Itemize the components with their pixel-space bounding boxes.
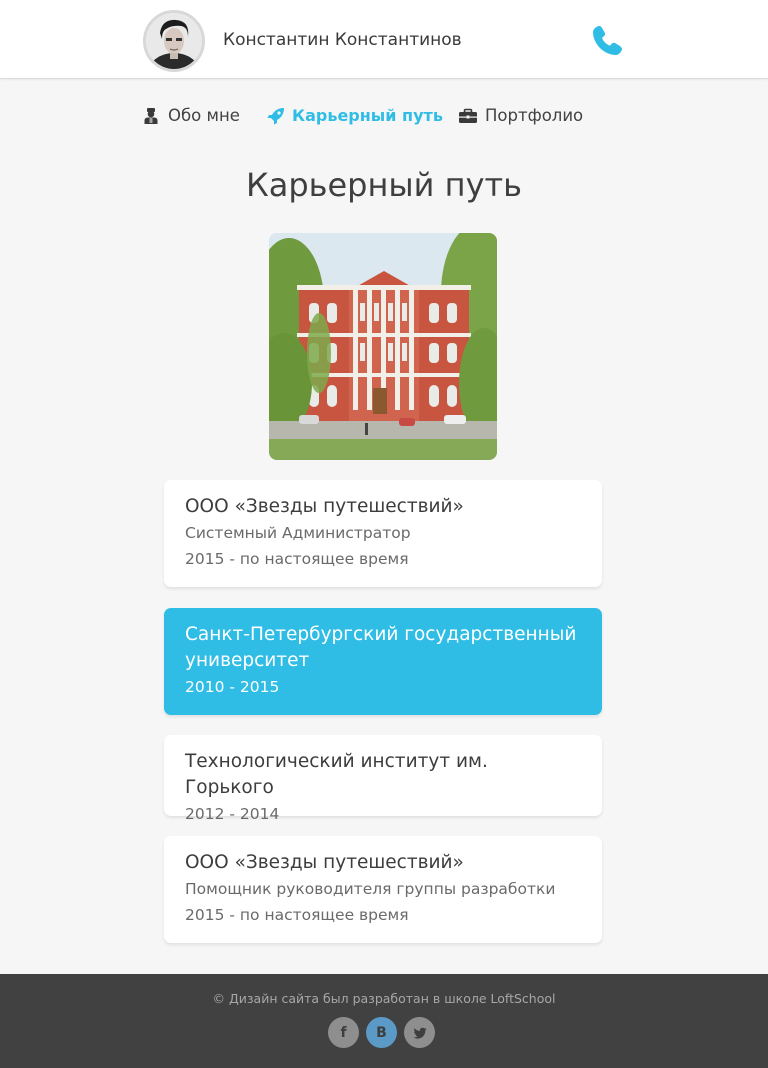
career-org: Технологический институт им. Горького — [185, 751, 488, 798]
career-dates: 2010 - 2015 — [185, 678, 280, 696]
twitter-icon — [413, 1027, 426, 1039]
career-role: Системный Администратор — [185, 524, 411, 542]
phone-icon — [593, 26, 622, 55]
career-dates: 2012 - 2014 — [185, 805, 280, 823]
facebook-button[interactable]: f — [328, 1017, 359, 1048]
career-dates: 2015 - по настоящее время — [185, 550, 409, 568]
career-org: ООО «Звезды путешествий» — [185, 496, 464, 517]
vk-button[interactable]: B — [366, 1017, 397, 1048]
vk-icon: B — [376, 1024, 387, 1041]
university-photo — [269, 233, 497, 460]
nav-item-portfolio[interactable]: Портфолио — [458, 106, 583, 125]
avatar-image — [146, 13, 202, 69]
career-card[interactable]: ООО «Звезды путешествий» Помощник руково… — [164, 836, 602, 943]
nav-item-label: Портфолио — [485, 106, 584, 125]
page-title: Карьерный путь — [245, 166, 522, 204]
career-role: Помощник руководителя группы разработки — [185, 880, 556, 898]
briefcase-icon — [458, 107, 478, 125]
career-org: ООО «Звезды путешествий» — [185, 852, 464, 873]
avatar[interactable] — [143, 10, 205, 72]
phone-button[interactable] — [590, 22, 626, 58]
twitter-button[interactable]: t — [404, 1017, 435, 1048]
copyright-text: © Дизайн сайта был разработан в школе Lo… — [212, 991, 556, 1006]
user-name: Константин Константинов — [223, 30, 462, 50]
site-footer: © Дизайн сайта был разработан в школе Lo… — [0, 974, 768, 1068]
career-card[interactable]: Технологический институт им. Горького 20… — [164, 735, 602, 823]
career-dates: 2015 - по настоящее время — [185, 906, 409, 924]
career-card-active[interactable]: Санкт-Петербургский государственный унив… — [164, 608, 602, 715]
career-card[interactable]: ООО «Звезды путешествий» Системный Админ… — [164, 480, 602, 587]
user-icon — [143, 107, 161, 125]
nav-item-label: Обо мне — [168, 106, 240, 125]
site-header: Константин Константинов — [0, 0, 768, 79]
nav-item-career[interactable]: Карьерный путь — [267, 106, 443, 125]
nav-item-label: Карьерный путь — [292, 106, 443, 125]
facebook-icon: f — [340, 1024, 347, 1041]
main-nav: Обо мне Карьерный путь Портфолио — [0, 100, 768, 136]
nav-item-about[interactable]: Обо мне — [143, 106, 240, 125]
rocket-icon — [267, 107, 285, 125]
career-org: Санкт-Петербургский государственный унив… — [185, 624, 577, 671]
